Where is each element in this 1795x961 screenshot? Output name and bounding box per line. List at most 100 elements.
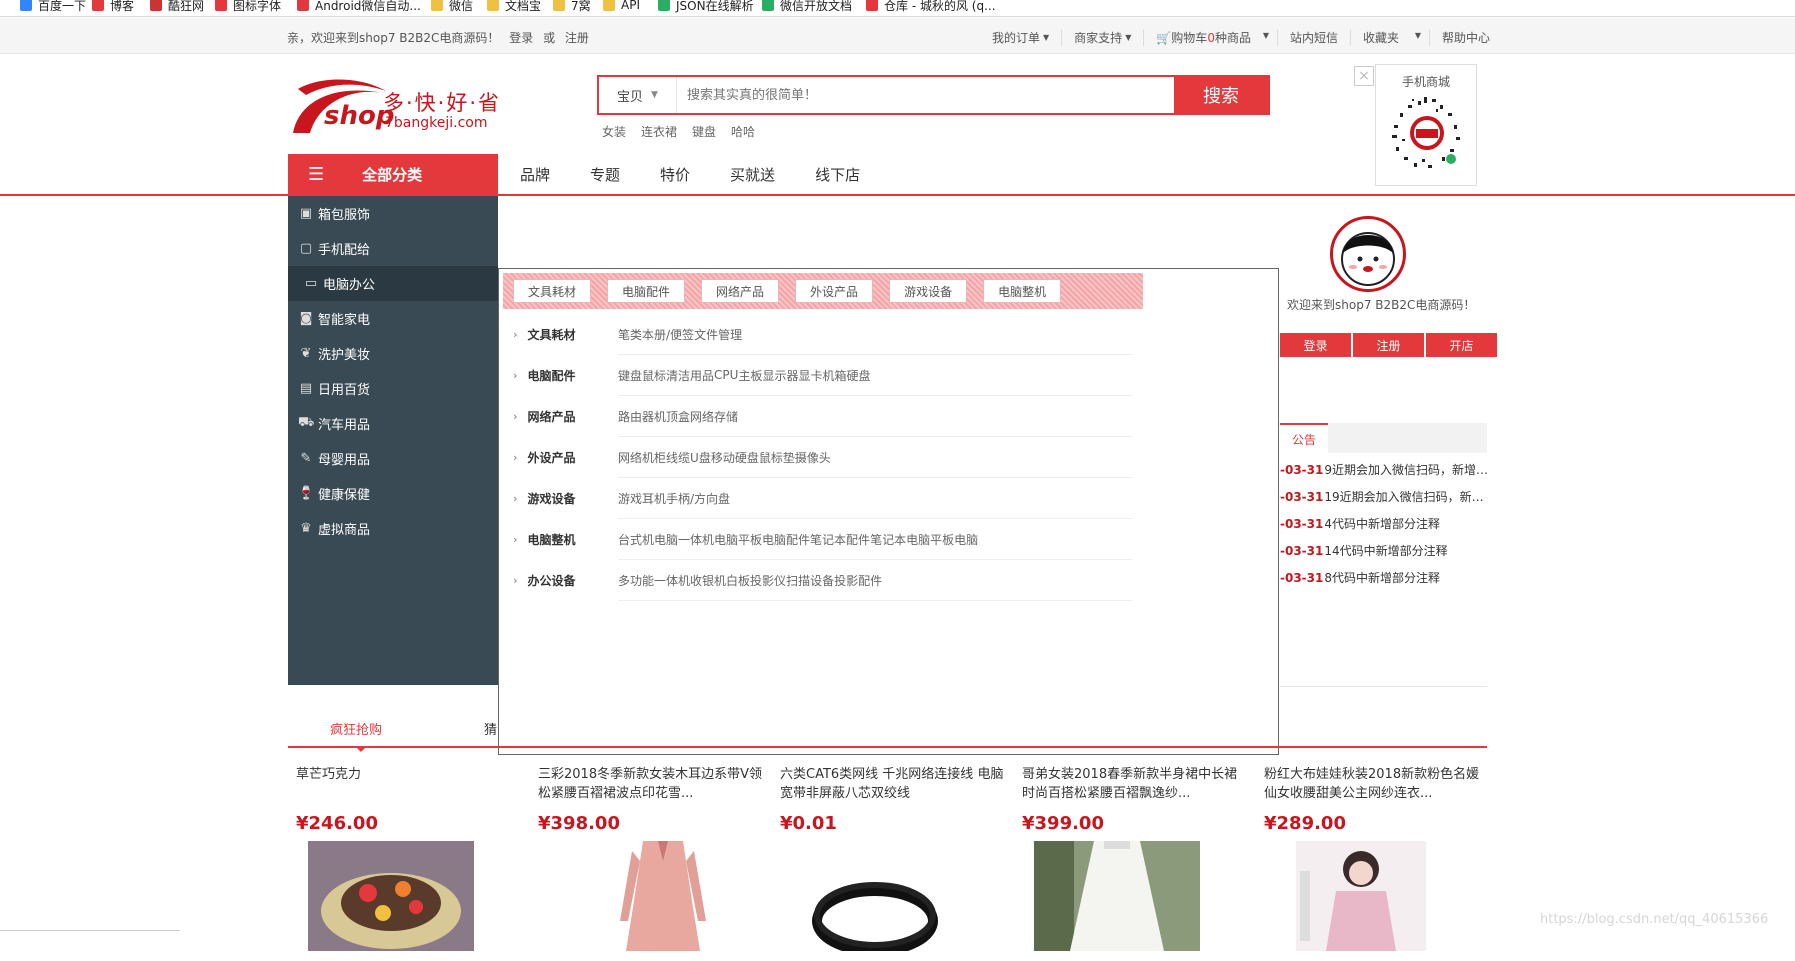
- subcategory-link[interactable]: 扫描设备: [786, 572, 834, 589]
- bookmark-6[interactable]: 文档宝: [487, 0, 541, 14]
- product-card[interactable]: 三彩2018冬季新款女装木耳边系带V领松紧腰百褶裙波点印花雪... ¥398.00: [530, 760, 772, 951]
- sidebar-item-8[interactable]: 🍷 健康保健: [288, 476, 498, 511]
- hot-keyword[interactable]: 女装: [602, 123, 626, 140]
- product-image[interactable]: [580, 841, 770, 961]
- category-chip[interactable]: 文具耗材: [513, 279, 592, 303]
- nav-item-2[interactable]: 特价: [660, 164, 690, 185]
- bookmark-4[interactable]: Android微信自动...: [297, 0, 421, 14]
- sidebar-item-1[interactable]: ▢ 手机配给: [288, 231, 498, 266]
- subcategory-link[interactable]: 多功能一体机: [618, 572, 690, 589]
- subcategory-link[interactable]: 游戏耳机: [618, 490, 666, 507]
- subcategory-link[interactable]: 平板电脑配件: [738, 531, 810, 548]
- bookmark-2[interactable]: 酷狂网: [150, 0, 204, 14]
- subcategory-title[interactable]: › 文具耗材: [513, 326, 618, 343]
- subcategory-link[interactable]: 投影配件: [834, 572, 882, 589]
- notice-item[interactable]: -03-31 8代码中新增部分注释: [1280, 564, 1487, 591]
- sidebar-item-6[interactable]: ⛟ 汽车用品: [288, 406, 498, 441]
- product-card[interactable]: 哥弟女装2018春季新款半身裙中长裙时尚百搭松紧腰百褶飘逸纱... ¥399.00: [1014, 760, 1256, 951]
- subcategory-link[interactable]: 网络机柜: [618, 449, 666, 466]
- product-card[interactable]: 粉红大布娃娃秋装2018新款粉色名媛仙女收腰甜美公主网纱连衣... ¥289.00: [1256, 760, 1498, 951]
- subcategory-link[interactable]: 线缆: [666, 449, 690, 466]
- subcategory-title[interactable]: › 电脑配件: [513, 367, 618, 384]
- tab-guess[interactable]: 猜: [484, 719, 497, 738]
- product-image[interactable]: [1034, 841, 1224, 961]
- login-button[interactable]: 登录: [1280, 333, 1351, 357]
- help-center-link[interactable]: 帮助中心: [1429, 29, 1502, 46]
- subcategory-link[interactable]: 笔类: [618, 326, 642, 343]
- subcategory-link[interactable]: 显示器: [762, 367, 798, 384]
- category-chip[interactable]: 电脑整机: [983, 279, 1062, 303]
- subcategory-title[interactable]: › 电脑整机: [513, 531, 618, 548]
- product-name[interactable]: 六类CAT6类网线 千兆网络连接线 电脑宽带非屏蔽八芯双绞线: [780, 765, 1006, 803]
- category-chip[interactable]: 电脑配件: [607, 279, 686, 303]
- notice-item[interactable]: -03-31 14代码中新增部分注释: [1280, 537, 1487, 564]
- subcategory-title[interactable]: › 办公设备: [513, 572, 618, 589]
- category-chip[interactable]: 游戏设备: [889, 279, 968, 303]
- subcategory-link[interactable]: 鼠标垫: [759, 449, 795, 466]
- sidebar-item-2[interactable]: ▭ 电脑办公: [288, 266, 498, 301]
- subcategory-title[interactable]: › 游戏设备: [513, 490, 618, 507]
- search-input[interactable]: [677, 77, 1174, 113]
- subcategory-link[interactable]: 文件管理: [694, 326, 742, 343]
- sidebar-item-7[interactable]: ✎ 母婴用品: [288, 441, 498, 476]
- category-chip[interactable]: 外设产品: [795, 279, 874, 303]
- messages-link[interactable]: 站内短信: [1276, 29, 1350, 46]
- nav-item-3[interactable]: 买就送: [730, 164, 775, 185]
- bookmark-3[interactable]: 图标字体: [215, 0, 281, 14]
- subcategory-link[interactable]: 收银机: [690, 572, 726, 589]
- sidebar-item-0[interactable]: ▣ 箱包服饰: [288, 196, 498, 231]
- bookmark-5[interactable]: 微信: [431, 0, 473, 14]
- bookmark-1[interactable]: 博客: [92, 0, 134, 14]
- subcategory-link[interactable]: 笔记本电脑: [870, 531, 930, 548]
- subcategory-link[interactable]: 平板电脑: [930, 531, 978, 548]
- bookmark-8[interactable]: API: [603, 0, 640, 14]
- seller-support-menu[interactable]: 商家支持 ▼: [1061, 29, 1143, 46]
- product-image[interactable]: [1296, 841, 1486, 961]
- hot-keyword[interactable]: 键盘: [692, 123, 716, 140]
- product-name[interactable]: 哥弟女装2018春季新款半身裙中长裙时尚百搭松紧腰百褶飘逸纱...: [1022, 765, 1248, 803]
- subcategory-title[interactable]: › 外设产品: [513, 449, 618, 466]
- subcategory-link[interactable]: 机顶盒: [654, 408, 690, 425]
- product-name[interactable]: 草芒巧克力: [296, 765, 522, 803]
- subcategory-link[interactable]: 笔记本配件: [810, 531, 870, 548]
- open-store-button[interactable]: 开店: [1426, 333, 1497, 357]
- product-image[interactable]: [792, 841, 982, 961]
- subcategory-link[interactable]: 台式机电脑: [618, 531, 678, 548]
- notice-item[interactable]: -03-31 19近期会加入微信扫码，新…: [1280, 483, 1487, 510]
- product-name[interactable]: 粉红大布娃娃秋装2018新款粉色名媛仙女收腰甜美公主网纱连衣...: [1264, 765, 1490, 803]
- subcategory-link[interactable]: 路由器: [618, 408, 654, 425]
- category-chip[interactable]: 网络产品: [701, 279, 780, 303]
- sidebar-item-4[interactable]: ❦ 洗护美妆: [288, 336, 498, 371]
- subcategory-link[interactable]: CPU: [714, 368, 738, 382]
- sidebar-item-9[interactable]: ♛ 虚拟商品: [288, 511, 498, 546]
- subcategory-link[interactable]: 一体机电脑: [678, 531, 738, 548]
- subcategory-link[interactable]: 网络存储: [690, 408, 738, 425]
- subcategory-link[interactable]: 硬盘: [847, 367, 871, 384]
- product-name[interactable]: 三彩2018冬季新款女装木耳边系带V领松紧腰百褶裙波点印花雪...: [538, 765, 764, 803]
- notice-item[interactable]: -03-31 9近期会加入微信扫码，新增…: [1280, 456, 1487, 483]
- bookmark-7[interactable]: 7窝: [553, 0, 591, 14]
- subcategory-link[interactable]: 显卡: [798, 367, 822, 384]
- bookmark-10[interactable]: 微信开放文档: [762, 0, 852, 14]
- nav-item-4[interactable]: 线下店: [815, 164, 860, 185]
- tab-notice[interactable]: 公告: [1280, 423, 1328, 453]
- cart-menu[interactable]: 🛒购物车0种商品 ▼: [1143, 29, 1277, 46]
- search-type-select[interactable]: 宝贝 ▼: [599, 77, 677, 113]
- product-card[interactable]: 草芒巧克力 ¥246.00: [288, 760, 530, 951]
- close-icon[interactable]: ×: [1354, 66, 1374, 86]
- my-orders-menu[interactable]: 我的订单 ▼: [980, 29, 1061, 46]
- subcategory-link[interactable]: 本册/便签: [642, 326, 694, 343]
- bookmark-9[interactable]: JSON在线解析: [658, 0, 754, 14]
- register-button[interactable]: 注册: [1353, 333, 1424, 357]
- sidebar-item-3[interactable]: ◙ 智能家电: [288, 301, 498, 336]
- notice-item[interactable]: -03-31 4代码中新增部分注释: [1280, 510, 1487, 537]
- top-login-link[interactable]: 登录: [509, 31, 533, 45]
- all-categories-button[interactable]: ☰ 全部分类: [288, 154, 498, 194]
- search-button[interactable]: 搜索: [1174, 77, 1268, 113]
- hot-keyword[interactable]: 哈哈: [731, 123, 755, 140]
- top-register-link[interactable]: 注册: [565, 31, 589, 45]
- site-logo[interactable]: shop 多·快·好·省 7bangkeji.com: [288, 75, 499, 137]
- subcategory-link[interactable]: 摄像头: [795, 449, 831, 466]
- product-card[interactable]: 六类CAT6类网线 千兆网络连接线 电脑宽带非屏蔽八芯双绞线 ¥0.01: [772, 760, 1014, 956]
- bookmark-0[interactable]: 百度一下: [20, 0, 86, 14]
